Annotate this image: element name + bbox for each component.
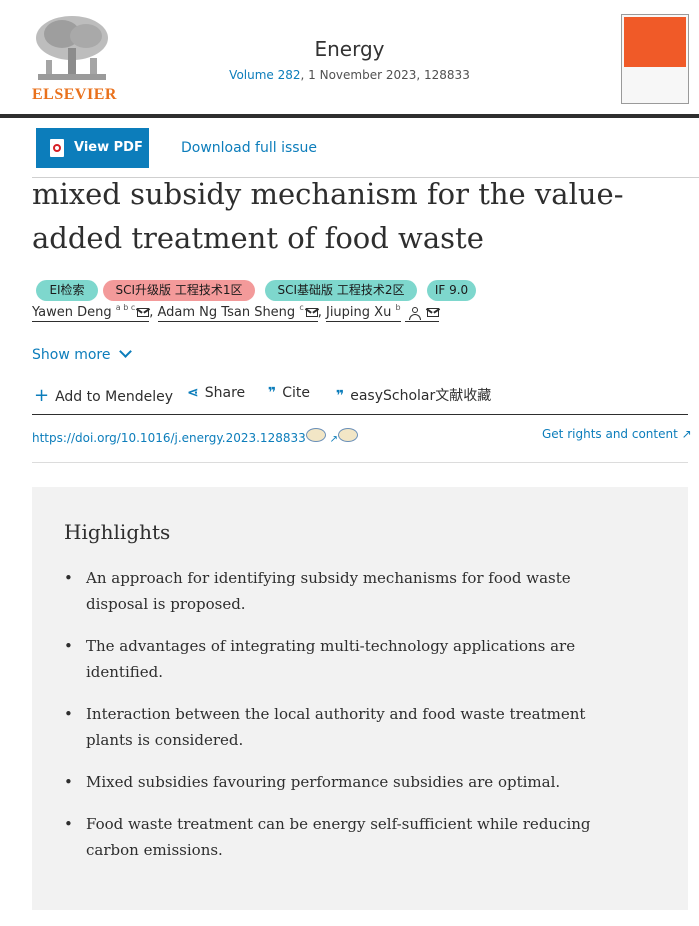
chevron-down-icon	[118, 345, 132, 358]
highlight-item: Mixed subsidies favouring performance su…	[64, 769, 606, 795]
doi-row: https://doi.org/10.1016/j.energy.2023.12…	[32, 427, 358, 446]
show-more-label: Show more	[32, 347, 111, 363]
mendeley-label: Add to Mendeley	[55, 389, 174, 405]
author-name: Adam Ng Tsan Sheng	[157, 305, 296, 320]
quote-icon: ❞	[336, 388, 345, 404]
share-icon: ⋖	[187, 385, 199, 401]
easyscholar-button[interactable]: ❞ easyScholar文献收藏	[336, 385, 491, 405]
highlight-item: Food waste treatment can be energy self-…	[64, 811, 606, 863]
plus-icon: +	[34, 385, 50, 406]
badge-impact-factor: IF 9.0	[427, 280, 476, 301]
author-link[interactable]: Yawen Deng a b c	[32, 303, 150, 322]
journal-issue-info: Volume 282, 1 November 2023, 128833	[0, 68, 699, 82]
pdf-icon	[50, 139, 64, 157]
highlights-section: Highlights An approach for identifying s…	[32, 487, 688, 910]
email-icon	[426, 308, 439, 317]
highlight-item: An approach for identifying subsidy mech…	[64, 565, 606, 617]
doi-divider	[32, 462, 688, 463]
quote-icon: ❞	[268, 385, 277, 401]
author-affiliation: c	[299, 303, 304, 312]
doi-link[interactable]: https://doi.org/10.1016/j.energy.2023.12…	[32, 431, 306, 445]
get-rights-link[interactable]: Get rights and content ↗	[542, 427, 692, 441]
highlights-heading: Highlights	[64, 520, 171, 544]
issue-details: , 1 November 2023, 128833	[300, 68, 470, 82]
add-to-mendeley-button[interactable]: + Add to Mendeley	[34, 385, 173, 406]
journal-cover-thumbnail[interactable]	[621, 14, 689, 104]
cover-art	[624, 17, 686, 67]
volume-link[interactable]: Volume 282	[229, 68, 300, 82]
show-more-button[interactable]: Show more	[32, 345, 132, 363]
scholar-plugin-icon[interactable]	[305, 427, 326, 442]
email-icon	[137, 308, 150, 317]
share-label: Share	[204, 385, 246, 401]
author-contact-icons[interactable]	[404, 305, 439, 322]
badge-sci-upgrade: SCI升级版 工程技术1区	[103, 280, 255, 301]
highlight-item: The advantages of integrating multi-tech…	[64, 633, 606, 685]
highlights-list: An approach for identifying subsidy mech…	[64, 565, 606, 879]
view-pdf-button[interactable]: View PDF	[36, 128, 149, 168]
easyscholar-label: easyScholar文献收藏	[350, 388, 492, 404]
email-icon	[305, 308, 318, 317]
author-link[interactable]: Jiuping Xu b	[325, 303, 401, 322]
author-affiliation: b	[395, 303, 401, 312]
article-title: mixed subsidy mechanism for the value-ad…	[32, 177, 624, 255]
author-name: Jiuping Xu	[325, 305, 392, 320]
external-arrow-icon: ↗	[329, 434, 338, 445]
download-full-issue-link[interactable]: Download full issue	[181, 140, 317, 156]
elsevier-wordmark: ELSEVIER	[32, 86, 117, 103]
header-divider	[0, 114, 699, 118]
cite-label: Cite	[282, 385, 310, 401]
author-name: Yawen Deng	[32, 305, 112, 320]
highlight-item: Interaction between the local authority …	[64, 701, 606, 753]
journal-title[interactable]: Energy	[0, 37, 699, 61]
view-pdf-label: View PDF	[74, 140, 143, 155]
badge-sci-basic: SCI基础版 工程技术2区	[265, 280, 417, 301]
author-affiliation: a b c	[115, 303, 136, 312]
author-link[interactable]: Adam Ng Tsan Sheng c	[157, 303, 318, 322]
badge-ei: EI检索	[36, 280, 98, 301]
author-list: Yawen Deng a b c, Adam Ng Tsan Sheng c, …	[32, 303, 439, 322]
actions-divider	[32, 414, 688, 415]
scholar-plugin-icon[interactable]	[337, 427, 358, 442]
share-button[interactable]: ⋖ Share	[187, 385, 245, 401]
cite-button[interactable]: ❞ Cite	[268, 385, 310, 401]
person-icon	[408, 306, 421, 320]
